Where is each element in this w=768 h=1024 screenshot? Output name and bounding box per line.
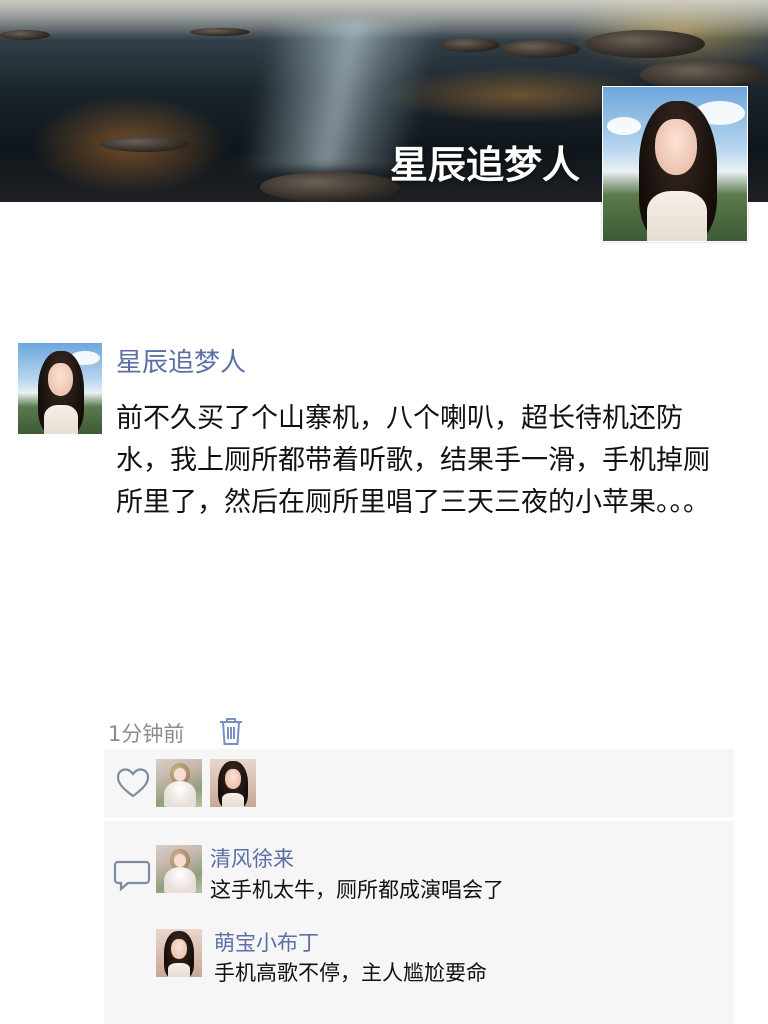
post-author-avatar[interactable] (18, 343, 102, 434)
cover-rock (190, 28, 250, 36)
cover-rock (440, 38, 500, 52)
avatar-portrait (156, 929, 202, 977)
comment-avatar[interactable] (156, 845, 202, 893)
heart-icon[interactable] (114, 764, 152, 802)
comment-icon[interactable] (112, 857, 152, 893)
cover-avatar[interactable] (602, 86, 748, 242)
post-content: 前不久买了个山寨机，八个喇叭，超长待机还防水，我上厕所都带着听歌，结果手一滑，手… (116, 403, 710, 518)
cover-rock (260, 172, 400, 202)
post-author-name[interactable]: 星辰追梦人 (116, 342, 246, 379)
cover-rock (0, 30, 50, 40)
like-avatar[interactable] (210, 759, 256, 807)
post-timestamp: 1分钟前 (108, 722, 185, 746)
avatar-portrait (18, 343, 102, 434)
avatar-portrait (603, 87, 747, 241)
cover-rock (585, 30, 705, 58)
comment-text: 手机高歌不停，主人尴尬要命 (214, 961, 487, 985)
comment-author[interactable]: 清风徐来 (210, 843, 294, 873)
like-avatar[interactable] (156, 759, 202, 807)
cover-rock (500, 40, 580, 58)
trash-icon[interactable] (218, 716, 244, 746)
cover-username: 星辰追梦人 (389, 143, 580, 187)
comment-text: 这手机太牛，厕所都成演唱会了 (210, 878, 504, 902)
likes-panel (104, 749, 734, 817)
avatar-portrait (210, 759, 256, 807)
comment-avatar[interactable] (156, 929, 202, 977)
cover-rock (100, 136, 190, 152)
comment-author[interactable]: 萌宝小布丁 (214, 927, 319, 957)
comments-panel: 清风徐来 这手机太牛，厕所都成演唱会了 萌宝小布丁 手机高歌不停，主人尴尬要命 (104, 821, 734, 1024)
